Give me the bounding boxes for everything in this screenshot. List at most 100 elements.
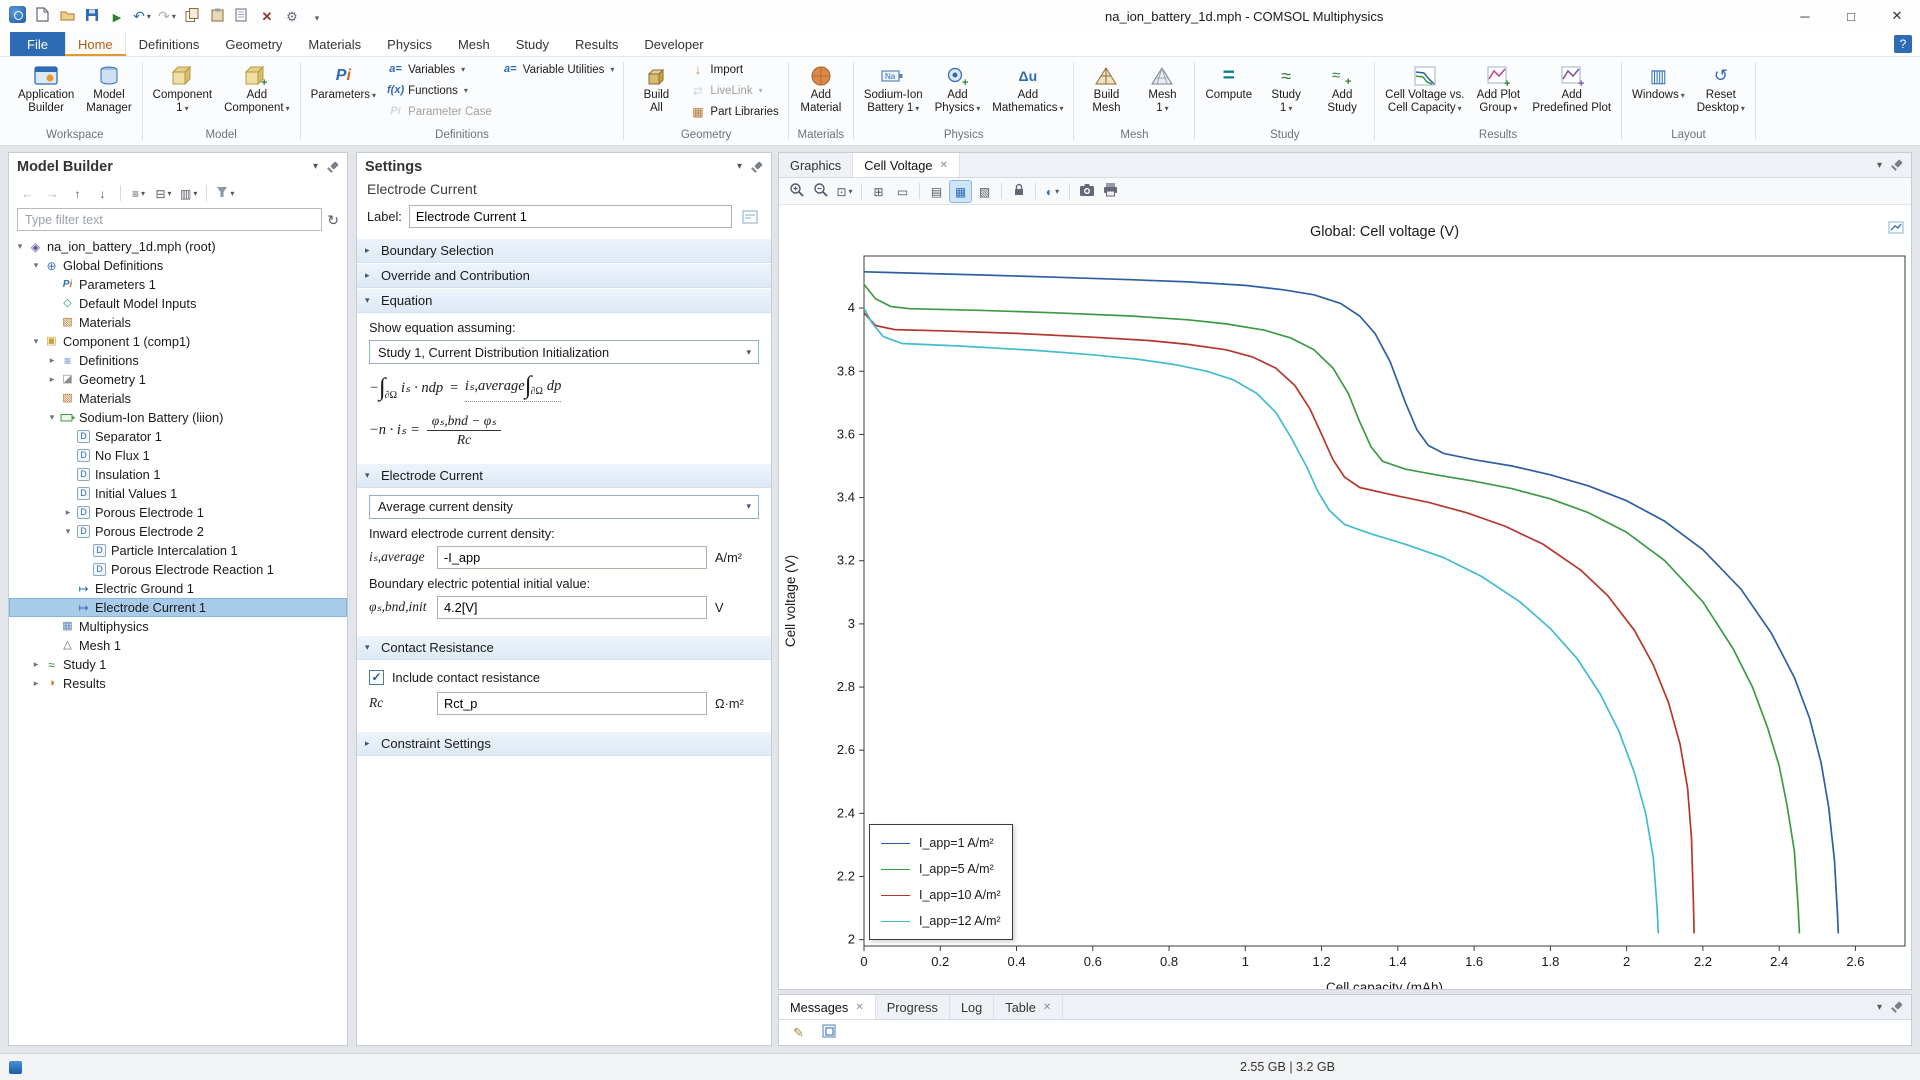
expand-toggle-icon[interactable]: ▾	[29, 336, 43, 347]
checkbox-checked-icon[interactable]: ✓	[369, 670, 384, 685]
show-options-button[interactable]: ≡▾	[128, 183, 149, 204]
chevron-down-icon[interactable]: ▾	[737, 161, 742, 172]
tree-item-particle-intercalation-1[interactable]: DParticle Intercalation 1	[9, 541, 347, 560]
menu-tab-home[interactable]: Home	[65, 32, 126, 56]
close-tab-icon[interactable]: ✕	[1043, 1002, 1051, 1013]
add-physics-button[interactable]: +Add Physics▾	[930, 59, 986, 115]
tree-item-multiphysics[interactable]: ▦Multiphysics	[9, 617, 347, 636]
chevron-down-icon[interactable]: ▾	[1877, 160, 1882, 171]
expand-toggle-icon[interactable]: ▸	[29, 678, 43, 689]
compute-button[interactable]: =Compute	[1200, 59, 1257, 102]
tree-item-default-model-inputs[interactable]: ◇Default Model Inputs	[9, 294, 347, 313]
undo-button[interactable]: ↶▾	[131, 5, 153, 27]
filter-button[interactable]: ▾	[214, 183, 236, 204]
import-button[interactable]: ↓Import	[685, 59, 747, 80]
tree-item-global-definitions[interactable]: ▾⊕Global Definitions	[9, 256, 347, 275]
zoom-in-button[interactable]	[786, 181, 807, 202]
view-2d-button[interactable]: ▭	[892, 181, 913, 202]
tree-item-electrode-current-1[interactable]: ↦Electrode Current 1	[9, 598, 347, 617]
component-1-button[interactable]: Component 1▾	[148, 59, 217, 115]
graphics-tab-cell-voltage[interactable]: Cell Voltage✕	[853, 153, 960, 177]
close-tab-icon[interactable]: ✕	[855, 1002, 863, 1013]
expand-toggle-icon[interactable]: ▸	[45, 355, 59, 366]
section-override-and-contribution[interactable]: ▸ Override and Contribution	[357, 263, 771, 288]
parameter-case-button[interactable]: PiParameter Case	[383, 101, 496, 122]
settings-button[interactable]: ⚙	[281, 5, 303, 27]
section-contact-resistance[interactable]: ▾ Contact Resistance	[357, 635, 771, 660]
app-icon[interactable]	[6, 5, 28, 27]
duplicate-button[interactable]	[231, 5, 253, 27]
tree-item-component-1-comp1[interactable]: ▾▣Component 1 (comp1)	[9, 332, 347, 351]
forward-button[interactable]: →	[42, 183, 63, 204]
new-file-button[interactable]	[31, 5, 53, 27]
lock-axes-button[interactable]	[1008, 181, 1029, 202]
functions-button[interactable]: f(x)Functions▾	[383, 80, 472, 101]
tree-item-porous-electrode-2[interactable]: ▾DPorous Electrode 2	[9, 522, 347, 541]
tree-item-na-ion-battery-1d-mph-root[interactable]: ▾◈na_ion_battery_1d.mph (root)	[9, 237, 347, 256]
filter-input[interactable]	[17, 208, 322, 231]
section-electrode-current[interactable]: ▾ Electrode Current	[357, 463, 771, 488]
close-tab-icon[interactable]: ✕	[940, 160, 948, 171]
pin-icon[interactable]	[751, 161, 763, 173]
tree-item-electric-ground-1[interactable]: ↦Electric Ground 1	[9, 579, 347, 598]
move-down-button[interactable]: ↓	[92, 183, 113, 204]
tree-item-materials[interactable]: ▧Materials	[9, 389, 347, 408]
zoom-box-button[interactable]: ⊡▾	[834, 181, 855, 202]
save-button[interactable]	[81, 5, 103, 27]
tree-item-sodium-ion-battery-liion[interactable]: ▾Sodium-Ion Battery (liion)	[9, 408, 347, 427]
parameters-button[interactable]: PiParameters▾	[306, 59, 381, 102]
menu-tab-study[interactable]: Study	[503, 32, 562, 56]
help-button[interactable]: ?	[1894, 35, 1912, 53]
graphics-tab-graphics[interactable]: Graphics	[779, 153, 853, 177]
grid-button[interactable]: ▤	[926, 181, 947, 202]
pin-icon[interactable]	[1891, 1001, 1903, 1013]
zoom-out-button[interactable]	[810, 181, 831, 202]
variables-button[interactable]: a=Variables▾	[383, 59, 469, 80]
build-all-button[interactable]: Build All	[629, 59, 683, 115]
axis-limits-button[interactable]: ▦	[950, 181, 971, 202]
application-builder-button[interactable]: Application Builder	[13, 59, 79, 115]
add-component-button[interactable]: +Add Component▾	[219, 59, 294, 115]
maximize-button[interactable]: □	[1828, 0, 1874, 32]
messages-tab-progress[interactable]: Progress	[876, 995, 950, 1019]
delete-button[interactable]: ✕	[256, 5, 278, 27]
tree-item-materials[interactable]: ▧Materials	[9, 313, 347, 332]
chevron-down-icon[interactable]: ▾	[1877, 1002, 1882, 1013]
tree-item-parameters-1[interactable]: PiParameters 1	[9, 275, 347, 294]
part-libraries-button[interactable]: ▦Part Libraries	[685, 101, 782, 122]
tree-item-porous-electrode-reaction-1[interactable]: DPorous Electrode Reaction 1	[9, 560, 347, 579]
section-boundary-selection[interactable]: ▸ Boundary Selection	[357, 238, 771, 263]
tree-item-mesh-1[interactable]: △Mesh 1	[9, 636, 347, 655]
add-mathematics-button[interactable]: ΔuAdd Mathematics▾	[987, 59, 1068, 115]
copy-log-button[interactable]	[818, 1022, 839, 1043]
expand-toggle-icon[interactable]: ▸	[45, 374, 59, 385]
label-input[interactable]	[409, 205, 732, 228]
open-file-button[interactable]	[56, 5, 78, 27]
potential-input[interactable]	[437, 596, 707, 619]
add-plot-group-button[interactable]: +Add Plot Group▾	[1471, 59, 1525, 115]
messages-tab-log[interactable]: Log	[950, 995, 994, 1019]
menu-tab-physics[interactable]: Physics	[374, 32, 445, 56]
reset-desktop-button[interactable]: ↺Reset Desktop▾	[1692, 59, 1750, 115]
expand-toggle-icon[interactable]: ▾	[13, 241, 27, 252]
form-options-icon[interactable]	[739, 207, 761, 227]
add-predefined-plot-button[interactable]: +Add Predefined Plot	[1527, 59, 1616, 115]
tree-item-initial-values-1[interactable]: DInitial Values 1	[9, 484, 347, 503]
clear-log-button[interactable]: ✎	[788, 1022, 809, 1043]
collapse-all-button[interactable]: ⊟▾	[153, 183, 174, 204]
inward-current-input[interactable]	[437, 546, 707, 569]
plot-window-icon[interactable]	[1888, 221, 1904, 237]
menu-tab-materials[interactable]: Materials	[295, 32, 374, 56]
expand-toggle-icon[interactable]: ▾	[61, 526, 75, 537]
tree-item-geometry-1[interactable]: ▸◪Geometry 1	[9, 370, 347, 389]
section-constraint-settings[interactable]: ▸ Constraint Settings	[357, 731, 771, 756]
redo-button[interactable]: ↷▾	[156, 5, 178, 27]
close-button[interactable]: ✕	[1874, 0, 1920, 32]
tree-item-porous-electrode-1[interactable]: ▸DPorous Electrode 1	[9, 503, 347, 522]
minimize-button[interactable]: ─	[1782, 0, 1828, 32]
add-study-button[interactable]: ≈+Add Study	[1315, 59, 1369, 115]
graphics-canvas[interactable]: 00.20.40.60.811.21.41.61.822.22.42.622.2…	[779, 205, 1911, 989]
file-menu-button[interactable]: File	[10, 32, 65, 56]
expand-toggle-icon[interactable]: ▸	[61, 507, 75, 518]
toolbar-overflow-button[interactable]: ▾	[306, 5, 328, 27]
